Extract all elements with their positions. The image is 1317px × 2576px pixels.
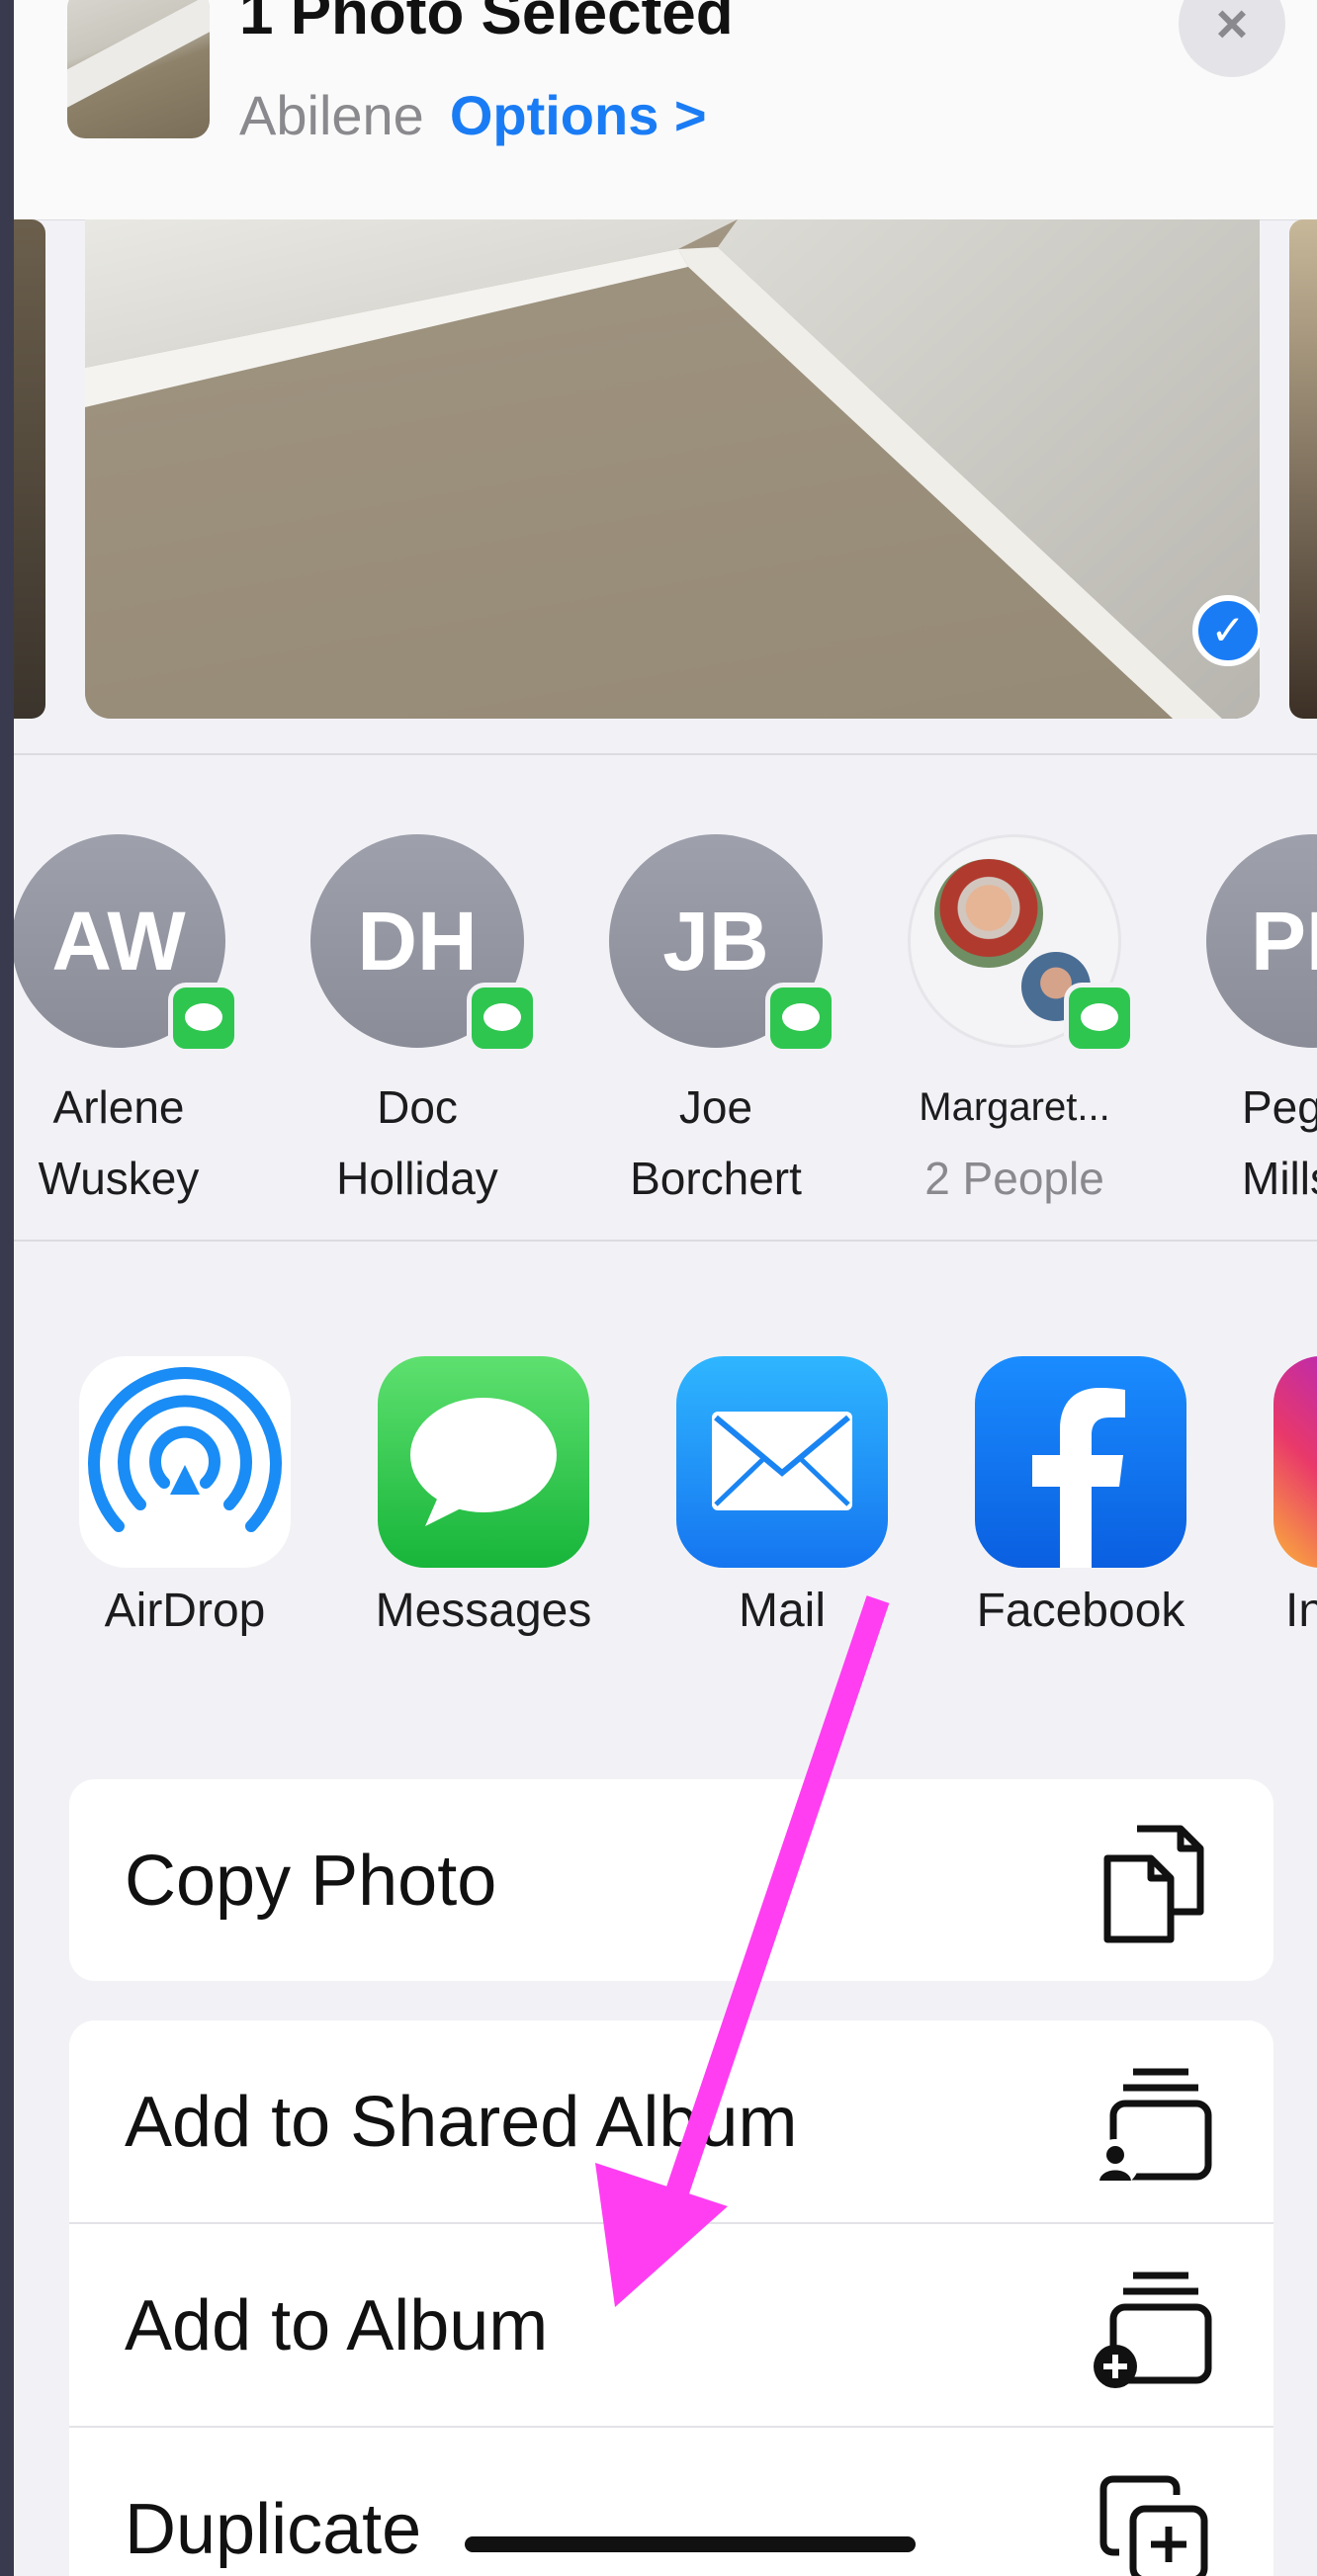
mail-icon [676, 1356, 888, 1568]
facebook-icon [975, 1356, 1186, 1568]
person-name: Margaret... 2 People [866, 1072, 1163, 1214]
copy-icon [1103, 1825, 1204, 1943]
add-to-album-action[interactable]: Add to Album [69, 2224, 1273, 2428]
app-label: Mail [738, 1585, 826, 1637]
copy-photo-action[interactable]: Copy Photo [69, 1779, 1273, 1981]
person-name-line2: 2 People [924, 1153, 1104, 1204]
share-header: 1 Photo Selected Abilene Options > × [14, 0, 1317, 220]
group-photo-1 [934, 859, 1043, 968]
selected-photo[interactable]: ✓ [85, 219, 1260, 719]
close-button[interactable]: × [1179, 0, 1285, 77]
airdrop-icon [79, 1356, 291, 1568]
share-sheet: 1 Photo Selected Abilene Options > × ✓ A… [14, 0, 1317, 2576]
duplicate-icon [1099, 2475, 1208, 2576]
person-name-line1: Doc [377, 1081, 458, 1133]
person-item[interactable]: PM Peg Millst [1125, 824, 1317, 1240]
share-subtitle: Abilene Options > [239, 83, 707, 147]
app-label: AirDrop [104, 1585, 266, 1637]
instagram-icon [1273, 1356, 1317, 1568]
previous-photo[interactable] [14, 219, 45, 719]
person-name-line2: Holliday [336, 1153, 498, 1204]
person-name: Doc Holliday [269, 1072, 566, 1214]
selected-photo-thumbnail [67, 0, 210, 138]
messages-icon [378, 1356, 589, 1568]
app-label: Ins [1285, 1585, 1317, 1637]
person-name-line1: Joe [678, 1081, 753, 1133]
person-item-group[interactable]: Margaret... 2 People [827, 824, 1135, 1240]
person-name: Peg Millst [1242, 1072, 1317, 1214]
photo-strip: ✓ [14, 219, 1317, 755]
options-link[interactable]: Options > [450, 84, 707, 146]
add-album-icon [1094, 2272, 1212, 2388]
screen-left-edge [0, 0, 14, 2576]
person-name-line2: Millst [1242, 1153, 1317, 1204]
person-name-line1: Peg [1242, 1081, 1317, 1133]
person-name: Joe Borchert [568, 1072, 864, 1214]
person-name-line1: Margaret... [919, 1085, 1110, 1129]
home-indicator [465, 2536, 916, 2552]
people-suggestions: AW Arlene Wuskey DH Doc Holliday JB Joe … [14, 824, 1317, 1242]
add-to-shared-album-action[interactable]: Add to Shared Album [69, 2020, 1273, 2224]
share-title: 1 Photo Selected [239, 0, 734, 47]
person-item[interactable]: AW Arlene Wuskey [14, 824, 239, 1240]
action-label: Duplicate [125, 2490, 422, 2569]
action-label: Add to Shared Album [125, 2083, 798, 2162]
person-item[interactable]: JB Joe Borchert [528, 824, 836, 1240]
action-label: Add to Album [125, 2286, 549, 2365]
share-apps-row: AirDrop Messages Mail Facebook In [14, 1356, 1317, 1653]
person-name-line2: Borchert [630, 1153, 802, 1204]
photo-content [85, 219, 1260, 719]
app-label: Facebook [976, 1585, 1185, 1637]
avatar: PM [1206, 834, 1317, 1048]
duplicate-action[interactable]: Duplicate [69, 2428, 1273, 2576]
selected-check-icon: ✓ [1192, 595, 1260, 666]
location-label: Abilene [239, 84, 424, 146]
next-photo[interactable] [1289, 219, 1317, 719]
action-group-copy: Copy Photo [69, 1779, 1273, 1981]
app-label: Messages [375, 1585, 592, 1637]
action-group-albums: Add to Shared Album Add to Album Duplica… [69, 2020, 1273, 2576]
action-label: Copy Photo [125, 1842, 497, 1921]
person-item[interactable]: DH Doc Holliday [229, 824, 538, 1240]
shared-album-icon [1092, 2068, 1212, 2187]
